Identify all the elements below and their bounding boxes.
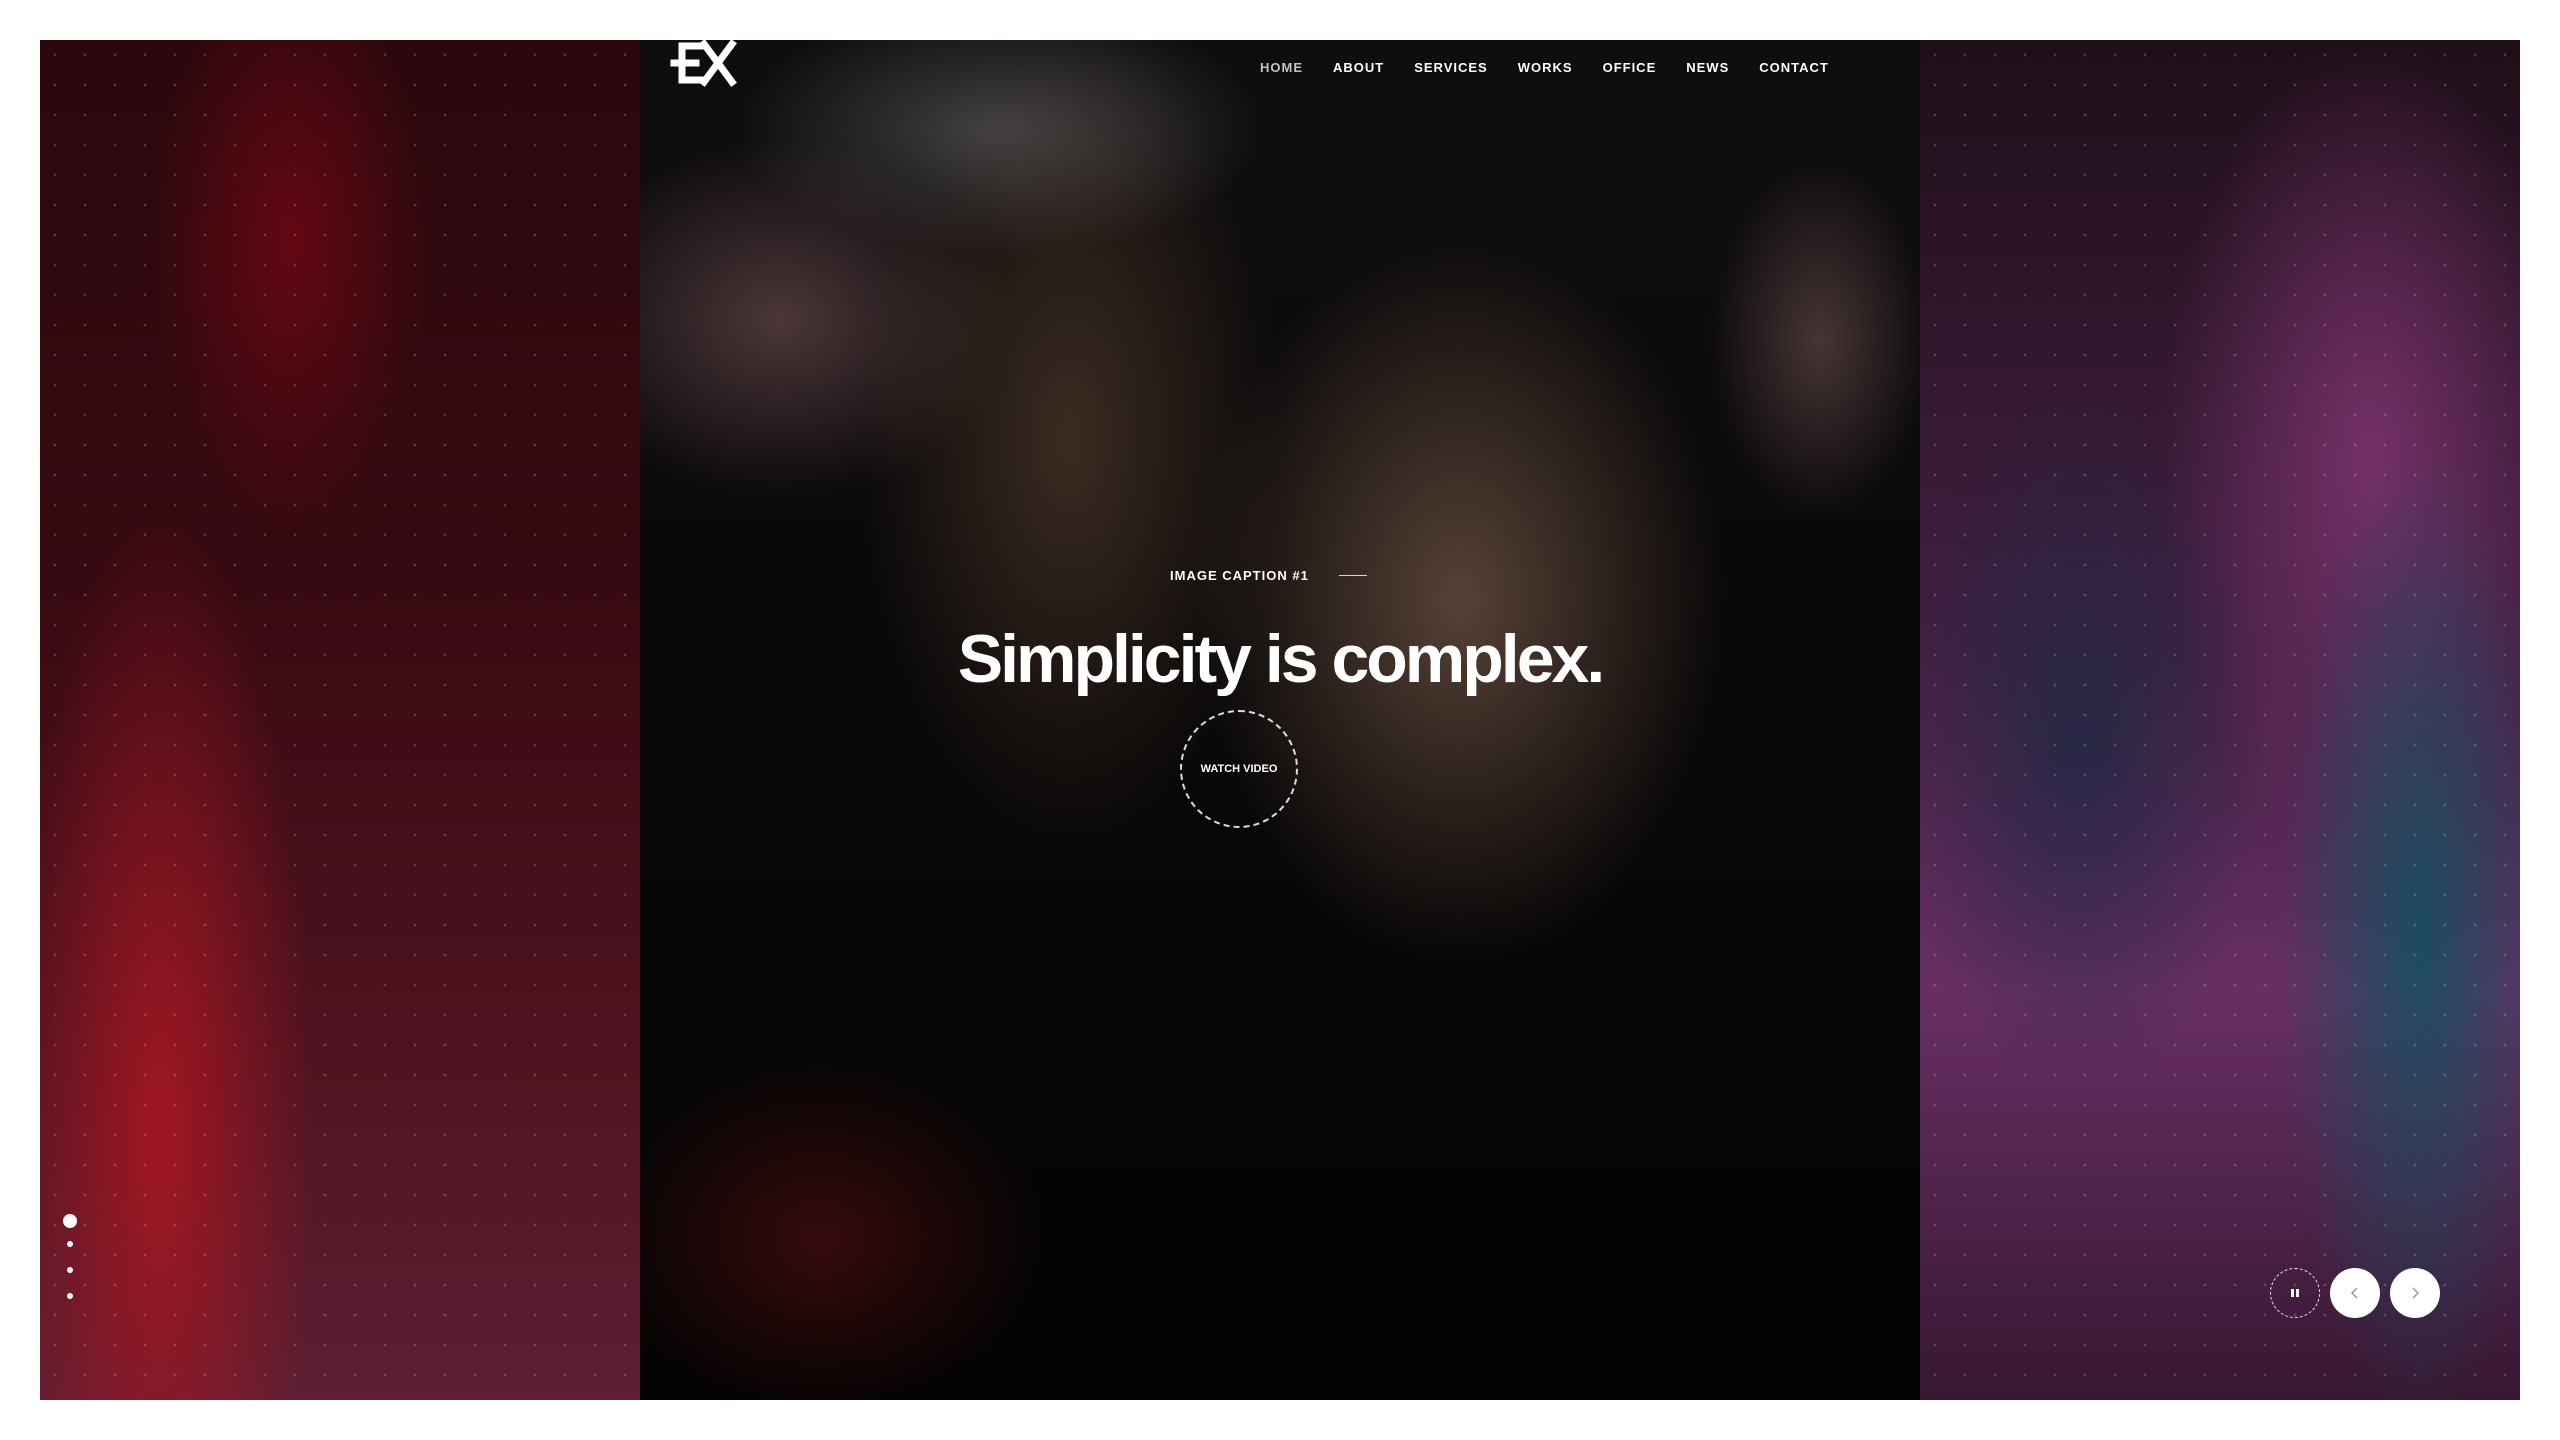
image-overlay [640, 40, 1920, 1400]
slide-image-main [640, 40, 1920, 1400]
pause-button[interactable] [2270, 1268, 2320, 1318]
chevron-left-icon [2350, 1287, 2358, 1299]
pagination-dot[interactable] [67, 1267, 73, 1273]
pagination-dot[interactable] [67, 1241, 73, 1247]
next-slide-button[interactable] [2390, 1268, 2440, 1318]
nav-item-news[interactable]: NEWS [1686, 60, 1729, 75]
chevron-right-icon [2412, 1287, 2420, 1299]
slide-preview-left[interactable] [40, 40, 640, 1400]
slide-preview-right[interactable] [1920, 40, 2520, 1400]
nav-item-about[interactable]: ABOUT [1333, 60, 1384, 75]
caption-row: IMAGE CAPTION #1 [1170, 568, 1367, 583]
prev-slide-button[interactable] [2330, 1268, 2380, 1318]
image-caption: IMAGE CAPTION #1 [1170, 568, 1309, 583]
watch-video-label: WATCH VIDEO [1200, 763, 1278, 775]
main-nav: HOME ABOUT SERVICES WORKS OFFICE NEWS CO… [1260, 60, 1829, 75]
logo[interactable] [670, 38, 740, 88]
hero-slider [40, 40, 2520, 1400]
nav-item-office[interactable]: OFFICE [1603, 60, 1657, 75]
nav-item-contact[interactable]: CONTACT [1759, 60, 1829, 75]
nav-item-home[interactable]: HOME [1260, 60, 1303, 75]
nav-item-works[interactable]: WORKS [1518, 60, 1573, 75]
hero-headline: Simplicity is complex. [957, 621, 1605, 697]
nav-item-services[interactable]: SERVICES [1414, 60, 1488, 75]
dot-pattern [40, 40, 640, 1400]
caption-divider [1338, 575, 1367, 576]
pause-icon [2291, 1289, 2299, 1297]
dot-pattern [1920, 40, 2520, 1400]
watch-video-button[interactable]: WATCH VIDEO [1180, 710, 1298, 828]
pagination-dot[interactable] [67, 1293, 73, 1299]
pagination-dot[interactable] [63, 1214, 77, 1228]
